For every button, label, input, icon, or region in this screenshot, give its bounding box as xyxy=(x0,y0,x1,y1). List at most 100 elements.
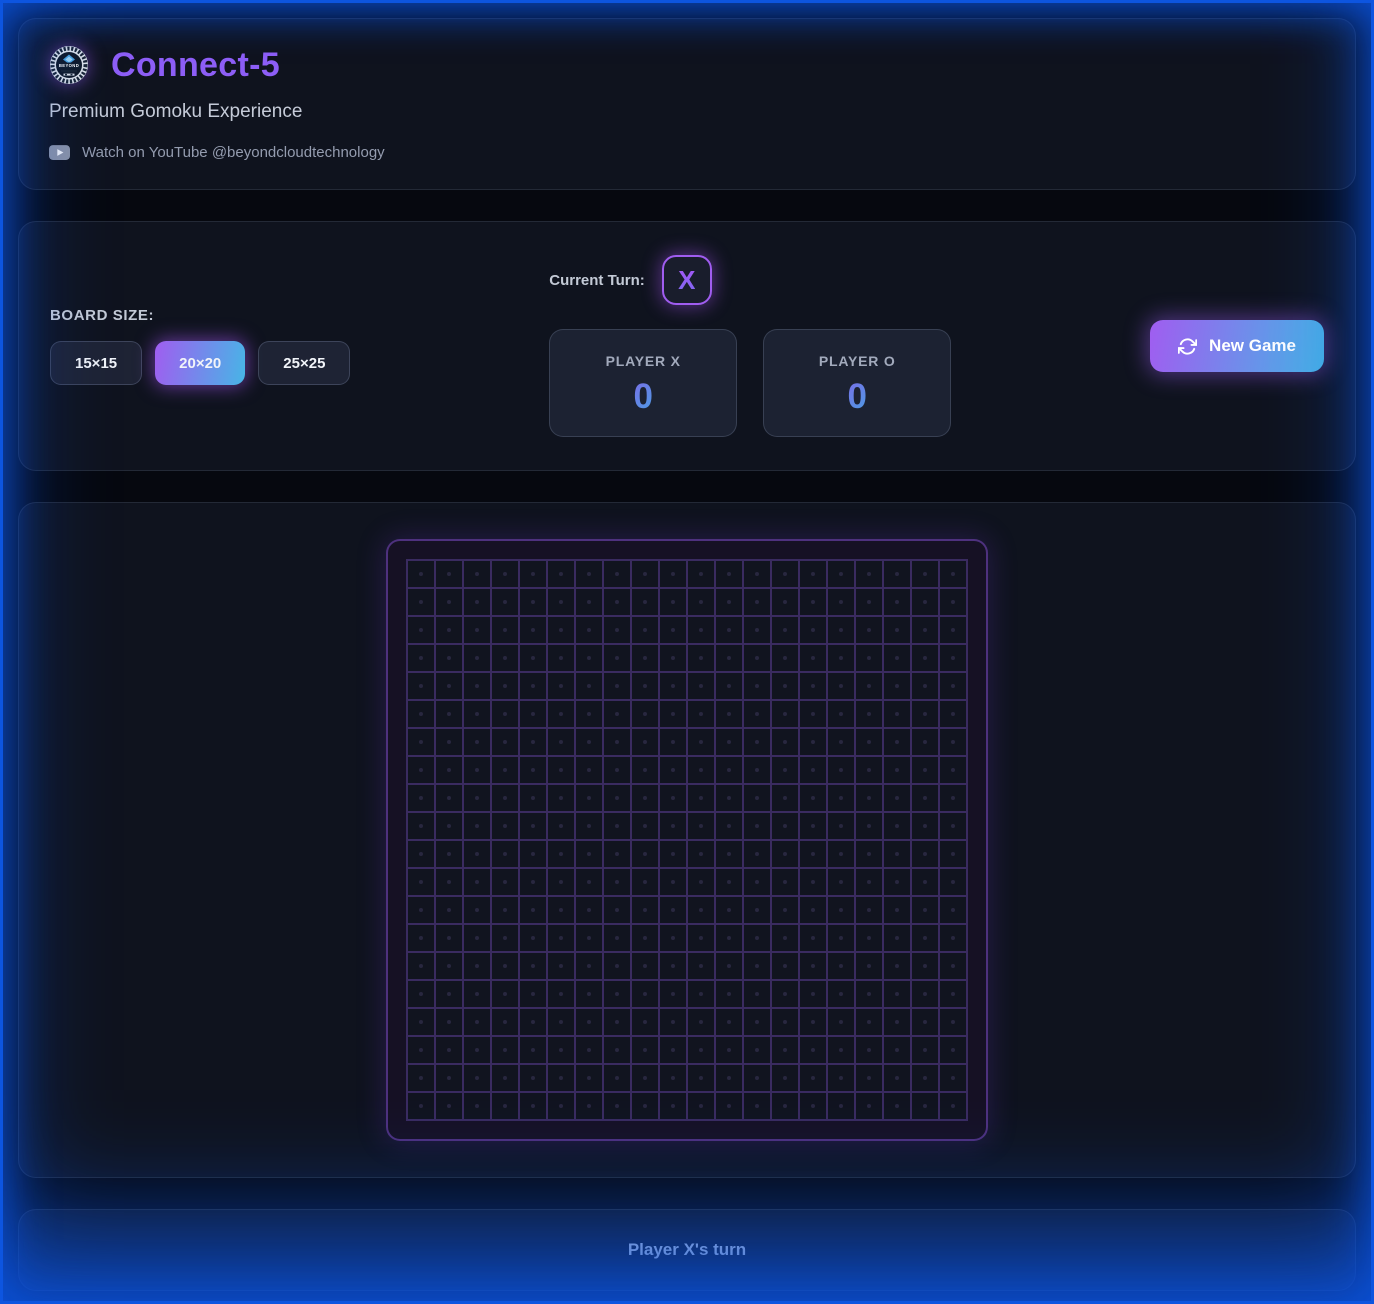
board-cell[interactable] xyxy=(716,1009,742,1035)
board-cell[interactable] xyxy=(828,617,854,643)
board-cell[interactable] xyxy=(688,897,714,923)
board-cell[interactable] xyxy=(800,1009,826,1035)
board-cell[interactable] xyxy=(548,953,574,979)
board-cell[interactable] xyxy=(828,925,854,951)
board-cell[interactable] xyxy=(688,617,714,643)
board-cell[interactable] xyxy=(436,729,462,755)
board-cell[interactable] xyxy=(884,953,910,979)
board-cell[interactable] xyxy=(912,925,938,951)
board-cell[interactable] xyxy=(436,1009,462,1035)
board-cell[interactable] xyxy=(436,785,462,811)
board-cell[interactable] xyxy=(884,1065,910,1091)
board-cell[interactable] xyxy=(884,701,910,727)
board-cell[interactable] xyxy=(940,673,966,699)
board-cell[interactable] xyxy=(744,757,770,783)
board-cell[interactable] xyxy=(604,701,630,727)
board-cell[interactable] xyxy=(688,673,714,699)
board-cell[interactable] xyxy=(772,1009,798,1035)
board-cell[interactable] xyxy=(716,981,742,1007)
board-cell[interactable] xyxy=(408,561,434,587)
board-cell[interactable] xyxy=(884,785,910,811)
board-cell[interactable] xyxy=(604,1037,630,1063)
board-cell[interactable] xyxy=(716,561,742,587)
board-cell[interactable] xyxy=(884,925,910,951)
board-cell[interactable] xyxy=(632,645,658,671)
board-cell[interactable] xyxy=(576,617,602,643)
board-cell[interactable] xyxy=(772,785,798,811)
board-cell[interactable] xyxy=(884,757,910,783)
board-cell[interactable] xyxy=(548,785,574,811)
board-cell[interactable] xyxy=(912,841,938,867)
board-cell[interactable] xyxy=(912,813,938,839)
board-cell[interactable] xyxy=(492,673,518,699)
board-cell[interactable] xyxy=(492,617,518,643)
board-cell[interactable] xyxy=(548,1009,574,1035)
board-cell[interactable] xyxy=(912,897,938,923)
board-cell[interactable] xyxy=(520,841,546,867)
board-cell[interactable] xyxy=(520,673,546,699)
board-cell[interactable] xyxy=(548,589,574,615)
board-cell[interactable] xyxy=(688,981,714,1007)
board-cell[interactable] xyxy=(856,589,882,615)
board-cell[interactable] xyxy=(940,1093,966,1119)
board-cell[interactable] xyxy=(772,617,798,643)
board-cell[interactable] xyxy=(548,1093,574,1119)
board-cell[interactable] xyxy=(436,869,462,895)
board-cell[interactable] xyxy=(856,925,882,951)
board-cell[interactable] xyxy=(660,757,686,783)
board-cell[interactable] xyxy=(716,729,742,755)
board-cell[interactable] xyxy=(800,925,826,951)
board-cell[interactable] xyxy=(688,785,714,811)
board-cell[interactable] xyxy=(464,1065,490,1091)
board-cell[interactable] xyxy=(492,841,518,867)
board-cell[interactable] xyxy=(492,869,518,895)
board-cell[interactable] xyxy=(744,785,770,811)
board-cell[interactable] xyxy=(548,701,574,727)
board-cell[interactable] xyxy=(912,617,938,643)
board-cell[interactable] xyxy=(884,841,910,867)
board-cell[interactable] xyxy=(744,981,770,1007)
board-cell[interactable] xyxy=(408,953,434,979)
board-cell[interactable] xyxy=(492,813,518,839)
board-cell[interactable] xyxy=(520,561,546,587)
board-cell[interactable] xyxy=(800,785,826,811)
board-cell[interactable] xyxy=(744,841,770,867)
board-cell[interactable] xyxy=(940,785,966,811)
board-cell[interactable] xyxy=(548,925,574,951)
board-cell[interactable] xyxy=(408,701,434,727)
board-cell[interactable] xyxy=(912,701,938,727)
board-cell[interactable] xyxy=(464,1093,490,1119)
board-cell[interactable] xyxy=(744,729,770,755)
board-cell[interactable] xyxy=(492,589,518,615)
board-cell[interactable] xyxy=(744,869,770,895)
board-cell[interactable] xyxy=(716,869,742,895)
board-cell[interactable] xyxy=(436,897,462,923)
board-cell[interactable] xyxy=(632,841,658,867)
board-cell[interactable] xyxy=(912,869,938,895)
board-cell[interactable] xyxy=(408,757,434,783)
board-cell[interactable] xyxy=(660,1037,686,1063)
board-cell[interactable] xyxy=(800,561,826,587)
board-cell[interactable] xyxy=(520,785,546,811)
board-cell[interactable] xyxy=(632,869,658,895)
board-cell[interactable] xyxy=(772,701,798,727)
board-cell[interactable] xyxy=(436,925,462,951)
board-cell[interactable] xyxy=(856,701,882,727)
board-cell[interactable] xyxy=(940,757,966,783)
board-cell[interactable] xyxy=(520,617,546,643)
board-cell[interactable] xyxy=(884,813,910,839)
board-cell[interactable] xyxy=(940,589,966,615)
board-cell[interactable] xyxy=(632,1009,658,1035)
board-cell[interactable] xyxy=(828,841,854,867)
board-cell[interactable] xyxy=(772,925,798,951)
board-cell[interactable] xyxy=(828,1009,854,1035)
board-cell[interactable] xyxy=(492,981,518,1007)
board-cell[interactable] xyxy=(744,953,770,979)
board-cell[interactable] xyxy=(688,645,714,671)
board-cell[interactable] xyxy=(772,813,798,839)
board-cell[interactable] xyxy=(632,673,658,699)
board-cell[interactable] xyxy=(548,561,574,587)
board-cell[interactable] xyxy=(492,925,518,951)
board-cell[interactable] xyxy=(800,729,826,755)
board-cell[interactable] xyxy=(576,757,602,783)
